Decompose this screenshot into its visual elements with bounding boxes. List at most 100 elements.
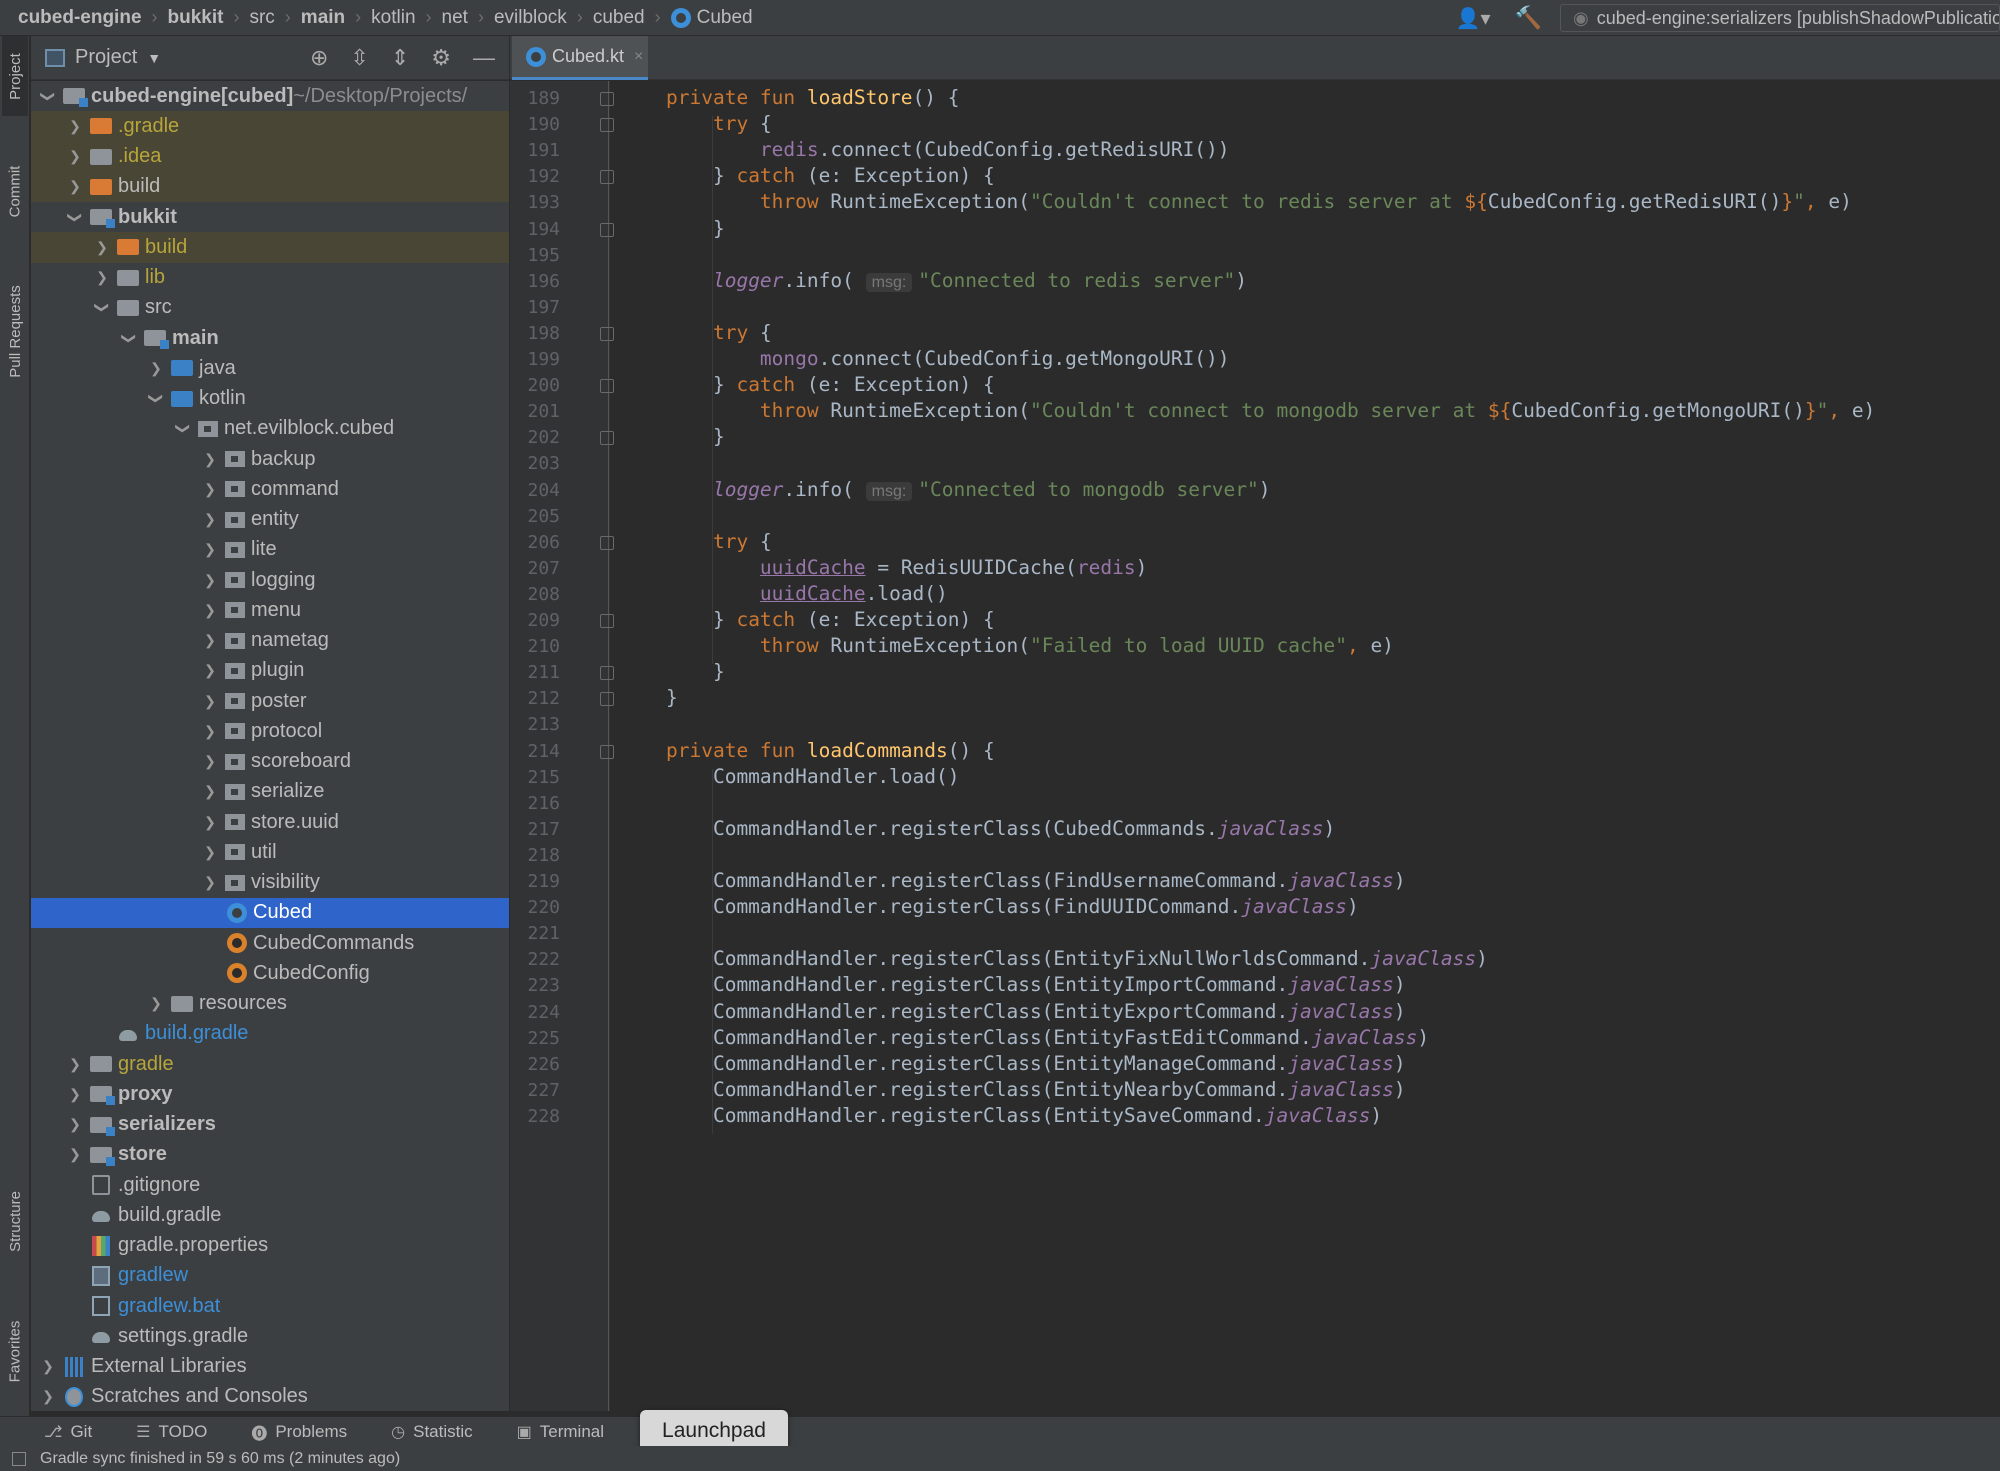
- tree-item[interactable]: ❯ External Libraries: [31, 1352, 509, 1382]
- breadcrumb-item[interactable]: cubed-engine: [18, 7, 142, 29]
- tree-item[interactable]: ❯ .idea: [31, 141, 509, 172]
- chevron-right-icon[interactable]: ❯: [64, 178, 86, 195]
- tree-item[interactable]: ❯ store.uuid: [31, 807, 509, 837]
- fold-marker-icon[interactable]: [600, 118, 614, 133]
- chevron-right-icon[interactable]: ❯: [64, 1116, 86, 1133]
- gear-icon[interactable]: ⚙: [431, 45, 451, 71]
- chevron-right-icon[interactable]: ❯: [37, 1388, 59, 1405]
- chevron-right-icon[interactable]: ❯: [199, 541, 221, 558]
- chevron-right-icon[interactable]: ❯: [199, 753, 221, 770]
- breadcrumb-item[interactable]: net: [442, 7, 468, 29]
- fold-marker-icon[interactable]: [600, 692, 614, 707]
- chevron-right-icon[interactable]: ❯: [199, 662, 221, 679]
- tree-item[interactable]: ❯ src: [31, 293, 509, 323]
- tree-item[interactable]: ❯ command: [31, 474, 509, 504]
- tree-item[interactable]: ❯ protocol: [31, 716, 509, 746]
- chevron-right-icon[interactable]: ❯: [40, 85, 57, 107]
- breadcrumb-item[interactable]: main: [301, 7, 345, 29]
- tree-item[interactable]: ❯ store: [31, 1140, 509, 1170]
- breadcrumb-item[interactable]: cubed: [593, 7, 645, 29]
- chevron-right-icon[interactable]: ❯: [91, 269, 113, 286]
- tree-item[interactable]: ❯ logging: [31, 565, 509, 595]
- chevron-right-icon[interactable]: ❯: [64, 1086, 86, 1103]
- fold-marker-icon[interactable]: [600, 379, 614, 394]
- fold-marker-icon[interactable]: [600, 431, 614, 446]
- tree-item[interactable]: ❯ entity: [31, 505, 509, 535]
- tab-pull-requests[interactable]: Pull Requests: [2, 266, 28, 396]
- tab-commit[interactable]: Commit: [2, 146, 28, 236]
- breadcrumb-item[interactable]: evilblock: [494, 7, 567, 29]
- chevron-right-icon[interactable]: ❯: [64, 1146, 86, 1163]
- chevron-right-icon[interactable]: ❯: [199, 693, 221, 710]
- fold-marker-icon[interactable]: [600, 535, 614, 550]
- tree-item[interactable]: ❯ backup: [31, 444, 509, 474]
- chevron-right-icon[interactable]: ❯: [199, 814, 221, 831]
- chevron-right-icon[interactable]: ❯: [91, 239, 113, 256]
- bottom-tool-git[interactable]: ⎇ Git: [44, 1422, 92, 1442]
- tree-item[interactable]: ❯ main: [31, 323, 509, 353]
- tree-item[interactable]: ❯ lite: [31, 535, 509, 565]
- chevron-right-icon[interactable]: ❯: [148, 388, 165, 410]
- bottom-tool-terminal[interactable]: ▣ Terminal: [517, 1422, 604, 1442]
- tree-item[interactable]: ❯ Scratches and Consoles: [31, 1382, 509, 1411]
- tree-item[interactable]: ❯ serialize: [31, 777, 509, 807]
- chevron-right-icon[interactable]: ❯: [199, 783, 221, 800]
- chevron-right-icon[interactable]: ❯: [67, 206, 84, 228]
- chevron-right-icon[interactable]: ❯: [199, 481, 221, 498]
- fold-marker-icon[interactable]: [600, 744, 614, 759]
- tree-item[interactable]: ❯ visibility: [31, 868, 509, 898]
- chevron-right-icon[interactable]: ❯: [64, 148, 86, 165]
- fold-marker-icon[interactable]: [600, 92, 614, 106]
- fold-marker-icon[interactable]: [600, 170, 614, 185]
- breadcrumb-item[interactable]: Cubed: [670, 7, 753, 29]
- chevron-right-icon[interactable]: ❯: [37, 1358, 59, 1375]
- tree-item[interactable]: build.gradle: [31, 1200, 509, 1230]
- tree-item[interactable]: ❯ kotlin: [31, 384, 509, 414]
- breadcrumb-item[interactable]: src: [249, 7, 274, 29]
- tab-structure[interactable]: Structure: [2, 1166, 28, 1276]
- tree-item[interactable]: ❯ plugin: [31, 656, 509, 686]
- chevron-right-icon[interactable]: ❯: [199, 844, 221, 861]
- tree-item[interactable]: ❯ lib: [31, 263, 509, 293]
- bottom-tool-problems[interactable]: ⓿ Problems: [251, 1420, 347, 1444]
- tree-item[interactable]: Cubed: [31, 897, 509, 928]
- chevron-right-icon[interactable]: ❯: [64, 1056, 86, 1073]
- build-hammer-icon[interactable]: 🔨: [1515, 5, 1542, 31]
- tree-item[interactable]: ❯ build: [31, 171, 509, 202]
- chevron-right-icon[interactable]: ❯: [145, 360, 167, 377]
- tree-item[interactable]: ❯ bukkit: [31, 202, 509, 232]
- fold-marker-icon[interactable]: [600, 222, 614, 237]
- tree-item[interactable]: ❯ scoreboard: [31, 747, 509, 777]
- chevron-right-icon[interactable]: ❯: [199, 572, 221, 589]
- tree-item[interactable]: gradlew: [31, 1261, 509, 1291]
- fold-marker-icon[interactable]: [600, 614, 614, 628]
- tab-cubed-kt[interactable]: Cubed.kt ×: [512, 36, 648, 80]
- bottom-tool-todo[interactable]: ☰ TODO: [136, 1422, 207, 1442]
- run-configuration-selector[interactable]: ◉ cubed-engine:serializers [publishShadow…: [1560, 4, 2000, 32]
- chevron-right-icon[interactable]: ❯: [199, 511, 221, 528]
- tree-item[interactable]: settings.gradle: [31, 1321, 509, 1351]
- tree-item[interactable]: gradlew.bat: [31, 1291, 509, 1321]
- collapse-all-icon[interactable]: ⇕: [391, 45, 409, 71]
- tree-item[interactable]: ❯ java: [31, 353, 509, 383]
- tree-item[interactable]: CubedCommands: [31, 928, 509, 958]
- close-icon[interactable]: ×: [634, 48, 643, 66]
- tree-item[interactable]: ❯ util: [31, 837, 509, 867]
- fold-marker-icon[interactable]: [600, 666, 614, 681]
- hide-icon[interactable]: —: [473, 45, 495, 71]
- tree-item[interactable]: ❯ cubed-engine [cubed] ~/Desktop/Projects…: [31, 81, 509, 111]
- chevron-right-icon[interactable]: ❯: [145, 995, 167, 1012]
- tree-item[interactable]: ❯ menu: [31, 595, 509, 625]
- tree-item[interactable]: build.gradle: [31, 1019, 509, 1049]
- bottom-tool-statistic[interactable]: ◷ Statistic: [391, 1422, 473, 1442]
- project-view-selector[interactable]: Project: [75, 46, 137, 69]
- tree-item[interactable]: ❯ net.evilblock.cubed: [31, 414, 509, 444]
- tree-item[interactable]: .gitignore: [31, 1170, 509, 1200]
- chevron-right-icon[interactable]: ❯: [199, 451, 221, 468]
- tab-favorites[interactable]: Favorites: [2, 1296, 28, 1406]
- tree-item[interactable]: ❯ nametag: [31, 626, 509, 656]
- tree-item[interactable]: ❯ poster: [31, 686, 509, 716]
- breadcrumb-item[interactable]: bukkit: [168, 7, 224, 29]
- chevron-right-icon[interactable]: ❯: [64, 118, 86, 135]
- tree-item[interactable]: ❯ gradle: [31, 1049, 509, 1079]
